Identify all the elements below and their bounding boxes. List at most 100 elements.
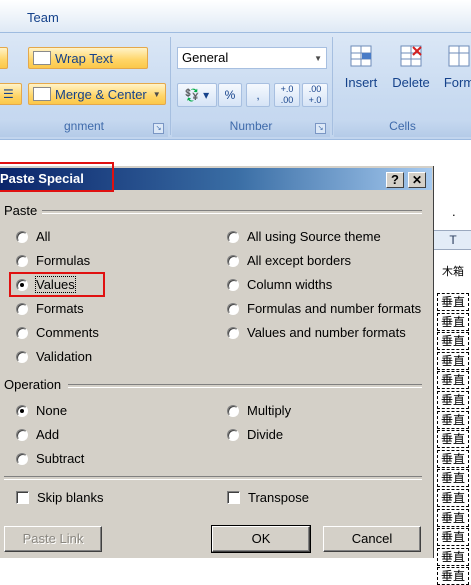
radio-comments[interactable]: Comments [16, 325, 99, 340]
format-cells-icon [448, 43, 470, 69]
radio-none[interactable]: None [16, 403, 67, 418]
ribbon: Wrap Text ☰ Merge & Center ▼ gnment ↘ Ge… [0, 32, 471, 140]
radio-button[interactable] [227, 302, 239, 315]
close-button[interactable]: ✕ [408, 172, 426, 188]
sheet-top: . [434, 166, 471, 233]
delete-cells-icon [400, 43, 422, 69]
radio-button[interactable] [16, 452, 28, 465]
wrap-text-icon [33, 51, 51, 65]
radio-all-using-source-theme[interactable]: All using Source theme [227, 229, 381, 244]
number-format-combo[interactable]: General ▼ [177, 47, 327, 69]
radio-multiply[interactable]: Multiply [227, 403, 291, 418]
radio-button[interactable] [227, 326, 239, 339]
radio-button[interactable] [227, 254, 239, 267]
sheet-cell[interactable]: 垂直 [437, 351, 469, 370]
format-button[interactable]: Form [436, 43, 471, 90]
sheet-cell[interactable]: 垂直 [437, 449, 469, 468]
radio-formats[interactable]: Formats [16, 301, 84, 316]
number-group-label: Number [172, 119, 330, 137]
radio-add[interactable]: Add [16, 427, 59, 442]
indent-icon: ☰ [3, 87, 14, 101]
radio-button[interactable] [227, 230, 239, 243]
transpose-checkbox[interactable]: Transpose [227, 490, 309, 505]
merge-center-label: Merge & Center [55, 86, 147, 102]
group-divider [170, 37, 171, 135]
sheet-cell[interactable]: 垂直 [437, 528, 469, 547]
dialog-title-bar: Paste Special ? ✕ [0, 162, 432, 192]
radio-subtract[interactable]: Subtract [16, 451, 84, 466]
help-button[interactable]: ? [386, 172, 404, 188]
sheet-cell[interactable]: 垂直 [437, 508, 469, 527]
radio-button[interactable] [227, 278, 239, 291]
section-divider [68, 384, 422, 388]
sheet-cell[interactable]: 木箱 [437, 258, 469, 288]
sheet-cell[interactable]: 垂直 [437, 332, 469, 351]
radio-values-and-number-formats[interactable]: Values and number formats [227, 325, 406, 340]
number-launcher-icon[interactable]: ↘ [315, 123, 326, 134]
delete-button[interactable]: Delete [388, 43, 434, 90]
merge-center-icon [33, 87, 51, 101]
title-highlight-box [0, 162, 114, 192]
sheet-cell[interactable]: 垂直 [437, 312, 469, 331]
column-header[interactable]: T [434, 230, 471, 250]
radio-button[interactable] [16, 302, 28, 315]
sheet-cell[interactable]: 垂直 [437, 391, 469, 409]
alignment-left-button[interactable] [0, 47, 8, 69]
checkbox[interactable] [16, 491, 29, 504]
operation-section-label: Operation [4, 377, 62, 392]
radio-formulas-and-number-formats[interactable]: Formulas and number formats [227, 301, 421, 316]
checkbox[interactable] [227, 491, 240, 504]
radio-all-except-borders[interactable]: All except borders [227, 253, 351, 268]
skip-blanks-checkbox[interactable]: Skip blanks [16, 490, 103, 505]
wrap-text-button[interactable]: Wrap Text [28, 47, 148, 69]
cancel-button[interactable]: Cancel [323, 526, 421, 552]
decrease-decimal-button[interactable]: .00 +.0 [302, 83, 328, 107]
paste-section-label: Paste [4, 203, 38, 218]
radio-button[interactable] [16, 326, 28, 339]
radio-validation[interactable]: Validation [16, 349, 92, 364]
values-highlight-box [9, 272, 105, 297]
radio-button[interactable] [16, 230, 28, 243]
sheet-cell[interactable]: 垂直 [437, 489, 469, 507]
alignment-launcher-icon[interactable]: ↘ [153, 123, 164, 134]
radio-column-widths[interactable]: Column widths [227, 277, 332, 292]
radio-button[interactable] [16, 254, 28, 267]
merge-center-button[interactable]: Merge & Center ▼ [28, 83, 166, 105]
section-divider [42, 210, 422, 214]
paste-special-dialog: Paste Special ? ✕ Paste All Formulas Val… [0, 162, 434, 558]
group-divider [332, 37, 333, 135]
ok-button[interactable]: OK [211, 525, 311, 553]
paste-link-button[interactable]: Paste Link [4, 526, 102, 552]
radio-button[interactable] [227, 428, 239, 441]
sheet-cell[interactable]: 垂直 [437, 371, 469, 390]
radio-button[interactable] [227, 404, 239, 417]
indent-button[interactable]: ☰ [0, 83, 22, 105]
accounting-format-button[interactable]: 💱 ▾ [177, 83, 217, 107]
percent-button[interactable]: % [218, 83, 242, 107]
sheet-cell[interactable]: 垂直 [437, 410, 469, 429]
comma-button[interactable]: , [246, 83, 270, 107]
increase-decimal-button[interactable]: +.0 .00 [274, 83, 300, 107]
radio-button[interactable] [16, 350, 28, 363]
sheet-cell[interactable]: 垂直 [437, 469, 469, 488]
merge-dropdown-icon[interactable]: ▼ [153, 90, 161, 99]
insert-button[interactable]: Insert [338, 43, 384, 90]
tab-team[interactable]: Team [27, 10, 59, 25]
worksheet-fragment: . T 木箱 垂直 垂直 垂直 垂直 垂直 垂直 垂直 垂直 垂直 垂直 垂直 垂直 垂直 垂直 垂直 [433, 166, 471, 585]
radio-divide[interactable]: Divide [227, 427, 283, 442]
sheet-cell[interactable]: 垂直 [437, 293, 469, 311]
alignment-group-label: gnment [0, 119, 168, 137]
insert-cells-icon [350, 43, 372, 69]
radio-button-selected[interactable] [16, 404, 28, 417]
ribbon-tab-bar: Team [0, 0, 471, 32]
section-divider [4, 476, 422, 480]
radio-all[interactable]: All [16, 229, 50, 244]
wrap-text-label: Wrap Text [55, 50, 114, 66]
chevron-down-icon: ▼ [314, 54, 322, 63]
sheet-cell[interactable]: 垂直 [437, 430, 469, 449]
radio-formulas[interactable]: Formulas [16, 253, 90, 268]
radio-button[interactable] [16, 428, 28, 441]
sheet-cell[interactable]: 垂直 [437, 567, 469, 585]
sheet-cell[interactable]: 垂直 [437, 547, 469, 566]
currency-icon: 💱 ▾ [184, 88, 210, 102]
